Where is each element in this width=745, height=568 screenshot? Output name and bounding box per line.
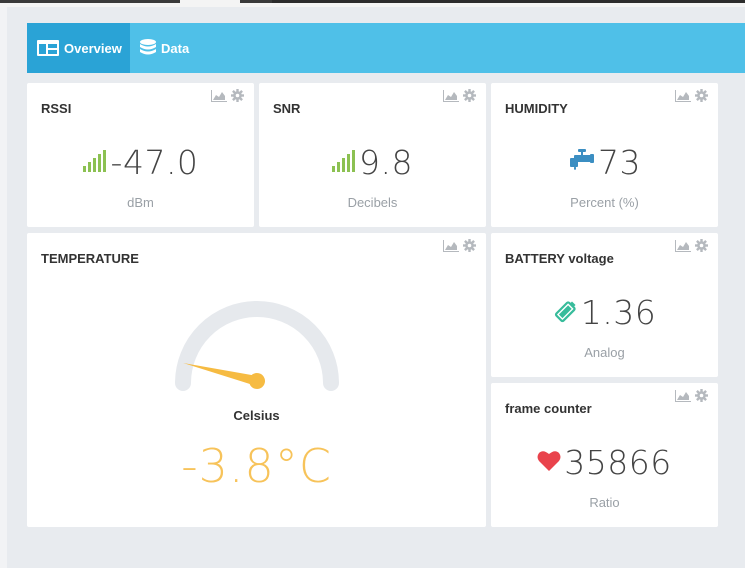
card-title: RSSI — [41, 101, 72, 116]
database-icon — [140, 39, 156, 57]
faucet-icon — [568, 148, 594, 177]
battery-card: BATTERY voltage 1.36 Analog — [491, 233, 718, 377]
tab-data[interactable]: Data — [130, 23, 199, 73]
snr-value: 9.8 — [359, 143, 413, 182]
gear-icon[interactable] — [695, 87, 708, 106]
tab-data-label: Data — [161, 40, 190, 56]
rssi-card: RSSI -47.0 dBm — [27, 83, 254, 227]
gear-icon[interactable] — [695, 237, 708, 256]
temperature-card: TEMPERATURE Celsius -3.8°C — [27, 233, 486, 527]
battery-value: 1.36 — [580, 293, 657, 332]
snr-unit: Decibels — [347, 195, 398, 210]
signal-bars-icon — [82, 149, 109, 176]
browser-top-strip — [0, 0, 745, 7]
humidity-value: 73 — [598, 143, 641, 182]
gauge-label: Celsius — [233, 408, 280, 423]
humidity-card: HUMIDITY 73 Percent (%) — [491, 83, 718, 227]
battery-unit: Analog — [584, 345, 625, 360]
card-title: TEMPERATURE — [41, 251, 139, 266]
chart-icon[interactable] — [443, 87, 459, 106]
gear-icon[interactable] — [463, 237, 476, 256]
gear-icon[interactable] — [695, 387, 708, 406]
battery-icon — [553, 298, 579, 328]
chart-icon[interactable] — [211, 87, 227, 106]
frame-counter-card: frame counter 35866 Ratio — [491, 383, 718, 527]
snr-card: SNR 9.8 Decibels — [259, 83, 486, 227]
signal-bars-icon — [332, 149, 358, 176]
rssi-value: -47.0 — [110, 143, 199, 182]
chart-icon[interactable] — [675, 237, 691, 256]
card-title: HUMIDITY — [505, 101, 568, 116]
frame-counter-unit: Ratio — [589, 495, 620, 510]
card-title: BATTERY voltage — [505, 251, 614, 266]
chart-icon[interactable] — [443, 237, 459, 256]
left-edge — [0, 7, 7, 568]
dashboard-icon — [37, 40, 59, 56]
gear-icon[interactable] — [463, 87, 476, 106]
chart-icon[interactable] — [675, 87, 691, 106]
top-navbar: Overview Data — [27, 23, 745, 73]
gear-icon[interactable] — [231, 87, 244, 106]
tab-overview-label: Overview — [64, 40, 122, 56]
card-title: frame counter — [505, 401, 592, 416]
frame-counter-value: 35866 — [564, 443, 672, 482]
tab-overview[interactable]: Overview — [27, 23, 130, 73]
chart-icon[interactable] — [675, 387, 691, 406]
heart-icon — [537, 450, 561, 476]
card-title: SNR — [273, 101, 301, 116]
humidity-unit: Percent (%) — [570, 195, 639, 210]
temperature-value: -3.8°C — [181, 439, 332, 493]
rssi-unit: dBm — [127, 195, 154, 210]
temperature-gauge — [175, 301, 339, 391]
